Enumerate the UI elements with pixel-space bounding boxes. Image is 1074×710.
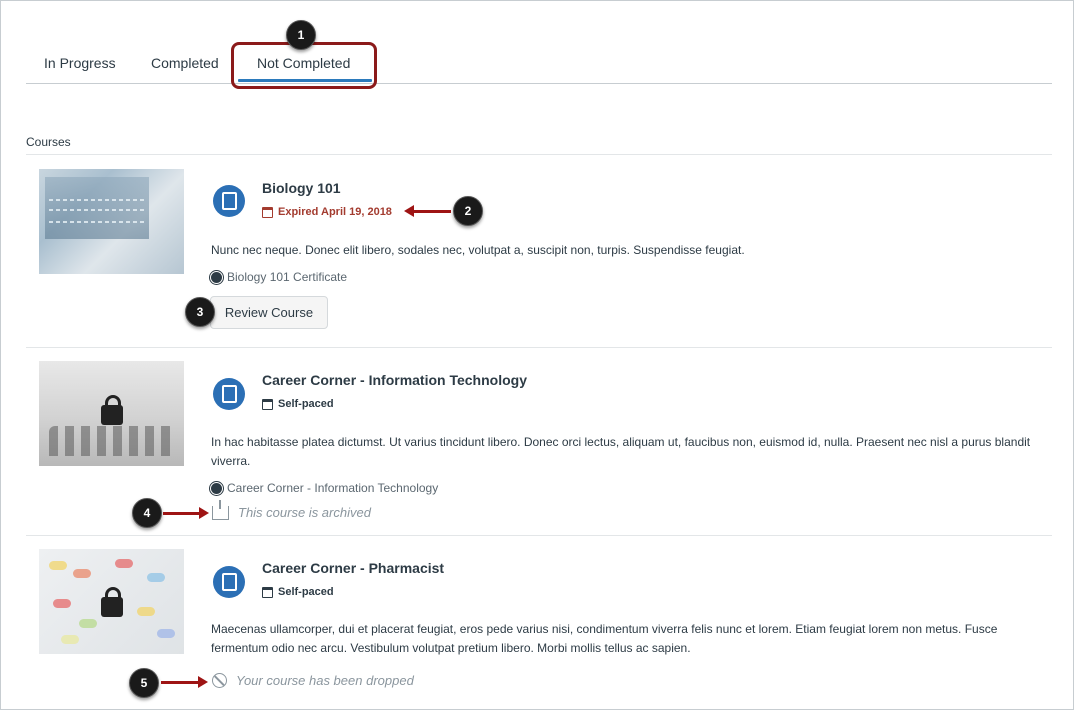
lock-icon xyxy=(101,587,123,617)
review-course-button[interactable]: Review Course xyxy=(210,296,328,329)
course-description: Nunc nec neque. Donec elit libero, sodal… xyxy=(211,243,745,257)
book-icon xyxy=(213,566,245,598)
course-thumbnail-it xyxy=(39,361,184,466)
course-title[interactable]: Biology 101 xyxy=(262,180,341,196)
certificate-label: Career Corner - Information Technology xyxy=(227,481,439,495)
status-text: Your course has been dropped xyxy=(236,673,414,688)
callout-5: 5 xyxy=(129,668,159,698)
archive-icon xyxy=(212,499,229,520)
divider xyxy=(26,154,1052,155)
pacing-text: Self-paced xyxy=(278,398,334,410)
course-description: Maecenas ullamcorper, dui et placerat fe… xyxy=(211,622,998,655)
badge-icon xyxy=(211,482,222,494)
status-text: This course is archived xyxy=(238,505,371,520)
course-status-archived: This course is archived xyxy=(212,499,371,520)
callout-4: 4 xyxy=(132,498,162,528)
course-certificate[interactable]: Biology 101 Certificate xyxy=(211,270,347,284)
badge-icon xyxy=(211,271,222,283)
course-title: Career Corner - Information Technology xyxy=(262,372,527,388)
section-label: Courses xyxy=(26,135,71,149)
callout-3: 3 xyxy=(185,297,215,327)
course-expiry: Expired April 19, 2018 xyxy=(262,206,392,218)
course-thumbnail-pharmacist xyxy=(39,549,184,654)
calendar-icon xyxy=(262,398,273,410)
lock-icon xyxy=(101,395,123,425)
calendar-icon xyxy=(262,586,273,598)
divider xyxy=(26,535,1052,536)
callout-arrow xyxy=(404,205,451,217)
tab-bar: In Progress Completed Not Completed xyxy=(26,41,1052,84)
book-icon xyxy=(213,185,245,217)
divider xyxy=(26,347,1052,348)
expiry-text: Expired April 19, 2018 xyxy=(278,206,392,218)
book-icon xyxy=(213,378,245,410)
page-frame: In Progress Completed Not Completed 1 Co… xyxy=(0,0,1074,710)
callout-arrow xyxy=(161,676,208,688)
tab-completed[interactable]: Completed xyxy=(151,55,219,71)
callout-arrow xyxy=(163,507,209,519)
callout-2: 2 xyxy=(453,196,483,226)
course-description: In hac habitasse platea dictumst. Ut var… xyxy=(211,435,1031,468)
no-entry-icon xyxy=(212,673,227,688)
course-certificate: Career Corner - Information Technology xyxy=(211,481,438,495)
course-title: Career Corner - Pharmacist xyxy=(262,560,445,576)
course-pacing: Self-paced xyxy=(262,586,334,598)
course-status-dropped: Your course has been dropped xyxy=(212,673,414,688)
callout-1: 1 xyxy=(286,20,316,50)
certificate-label: Biology 101 Certificate xyxy=(227,270,348,284)
pacing-text: Self-paced xyxy=(278,586,334,598)
course-pacing: Self-paced xyxy=(262,398,334,410)
tab-in-progress[interactable]: In Progress xyxy=(44,55,116,71)
course-thumbnail-biology[interactable] xyxy=(39,169,184,274)
calendar-icon xyxy=(262,206,273,218)
